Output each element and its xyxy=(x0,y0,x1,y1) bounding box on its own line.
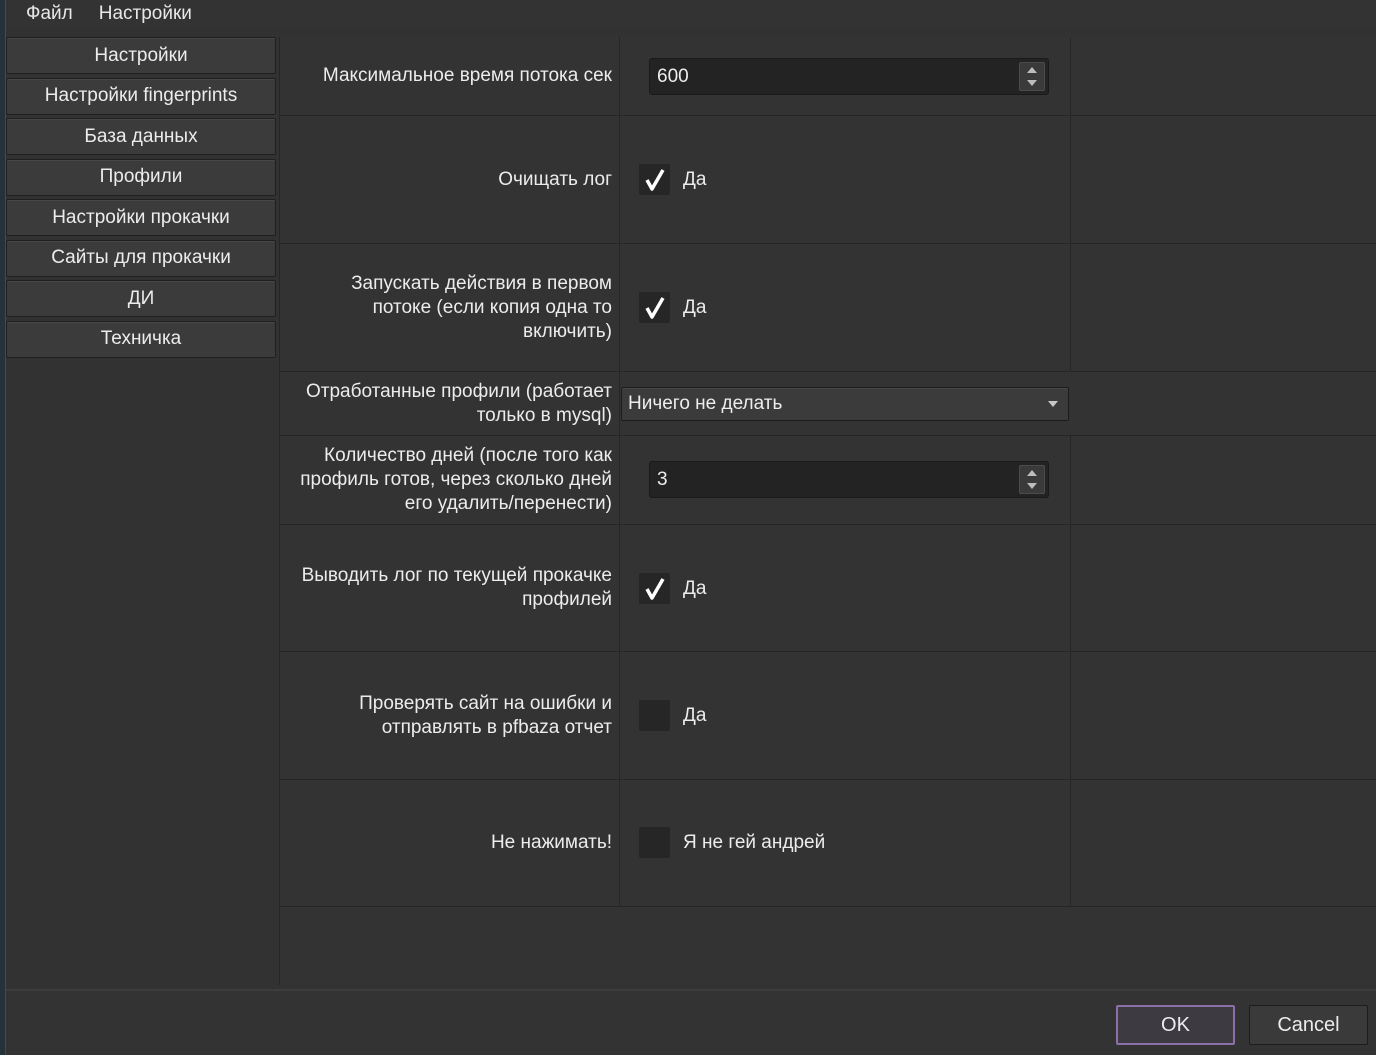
dont-press-checkbox[interactable] xyxy=(639,827,670,858)
output-log-checkbox-group[interactable]: Да xyxy=(639,573,706,604)
processed-profiles-value: Ничего не делать xyxy=(628,393,783,414)
dont-press-label: Не нажимать! xyxy=(490,832,612,853)
check-site-label: Проверять сайт на ошибки и отправлять в … xyxy=(359,692,612,738)
dont-press-checkbox-group[interactable]: Я не гей андрей xyxy=(639,827,825,858)
ok-button[interactable]: OK xyxy=(1116,1005,1235,1045)
clear-log-checkbox-group[interactable]: Да xyxy=(639,164,706,195)
run-first-thread-checkbox-text: Да xyxy=(683,296,707,318)
setting-row-max-thread-time: Максимальное время потока сек 600 xyxy=(280,37,1376,116)
spin-down-icon[interactable] xyxy=(1027,483,1037,490)
setting-row-clear-log: Очищать лог Да xyxy=(280,116,1376,244)
check-site-checkbox-text: Да xyxy=(683,704,707,726)
max-thread-time-label: Максимальное время потока сек xyxy=(322,65,612,86)
run-first-thread-checkbox[interactable] xyxy=(639,292,670,323)
days-count-label: Количество дней (после того как профиль … xyxy=(300,445,612,514)
setting-row-output-log: Выводить лог по текущей прокачке профиле… xyxy=(280,525,1376,652)
processed-profiles-dropdown[interactable]: Ничего не делать xyxy=(621,387,1069,421)
menubar: Файл Настройки xyxy=(6,0,1376,28)
setting-row-dont-press: Не нажимать! Я не гей андрей xyxy=(280,780,1376,907)
processed-profiles-label: Отработанные профили (работает только в … xyxy=(305,380,612,426)
settings-window: Файл Настройки Настройки Настройки finge… xyxy=(0,0,1376,1055)
menu-settings[interactable]: Настройки xyxy=(86,0,205,28)
spin-up-icon[interactable] xyxy=(1027,66,1037,73)
clear-log-checkbox[interactable] xyxy=(639,164,670,195)
days-count-spinbox[interactable]: 3 xyxy=(649,461,1049,498)
sidebar-item-database[interactable]: База данных xyxy=(6,118,276,155)
output-log-checkbox-text: Да xyxy=(683,577,707,599)
spin-down-icon[interactable] xyxy=(1027,80,1037,87)
run-first-thread-checkbox-group[interactable]: Да xyxy=(639,292,706,323)
clear-log-checkbox-text: Да xyxy=(683,168,707,190)
sidebar-item-settings[interactable]: Настройки xyxy=(6,37,276,74)
max-thread-time-spinbox[interactable]: 600 xyxy=(649,58,1049,95)
output-log-label: Выводить лог по текущей прокачке профиле… xyxy=(301,565,612,610)
clear-log-label: Очищать лог xyxy=(498,168,612,190)
sidebar-item-fingerprints[interactable]: Настройки fingerprints xyxy=(6,77,276,115)
spin-buttons[interactable] xyxy=(1019,62,1045,91)
spin-up-icon[interactable] xyxy=(1027,469,1037,476)
checkmark-icon xyxy=(644,577,665,600)
setting-row-run-first-thread: Запускать действия в первом потоке (если… xyxy=(280,244,1376,372)
max-thread-time-value: 600 xyxy=(657,65,689,87)
dont-press-checkbox-text: Я не гей андрей xyxy=(683,831,826,853)
output-log-checkbox[interactable] xyxy=(639,573,670,604)
checkmark-icon xyxy=(644,168,665,191)
setting-row-days-count: Количество дней (после того как профиль … xyxy=(280,436,1376,525)
settings-panel: Максимальное время потока сек 600 Очищат… xyxy=(279,37,1376,985)
sidebar-item-pumping-settings[interactable]: Настройки прокачки xyxy=(6,199,276,236)
run-first-thread-label: Запускать действия в первом потоке (если… xyxy=(351,272,612,342)
sidebar-item-pumping-sites[interactable]: Сайты для прокачки xyxy=(6,239,276,277)
spin-buttons[interactable] xyxy=(1019,465,1045,494)
checkmark-icon xyxy=(644,296,665,319)
check-site-checkbox-group[interactable]: Да xyxy=(639,700,706,731)
setting-row-check-site: Проверять сайт на ошибки и отправлять в … xyxy=(280,652,1376,780)
sidebar-item-di[interactable]: ДИ xyxy=(6,280,276,317)
check-site-checkbox[interactable] xyxy=(639,700,670,731)
sidebar-item-profiles[interactable]: Профили xyxy=(6,158,276,196)
menu-file[interactable]: Файл xyxy=(6,0,86,28)
sidebar-item-technical[interactable]: Техничка xyxy=(6,320,276,358)
days-count-value: 3 xyxy=(657,468,668,490)
dropdown-arrow-icon[interactable] xyxy=(1048,401,1058,407)
cancel-button[interactable]: Cancel xyxy=(1249,1005,1368,1045)
setting-row-processed-profiles: Отработанные профили (работает только в … xyxy=(280,372,1376,436)
sidebar-nav: Настройки Настройки fingerprints База да… xyxy=(6,37,279,361)
dialog-button-bar: OK Cancel xyxy=(6,989,1376,1055)
